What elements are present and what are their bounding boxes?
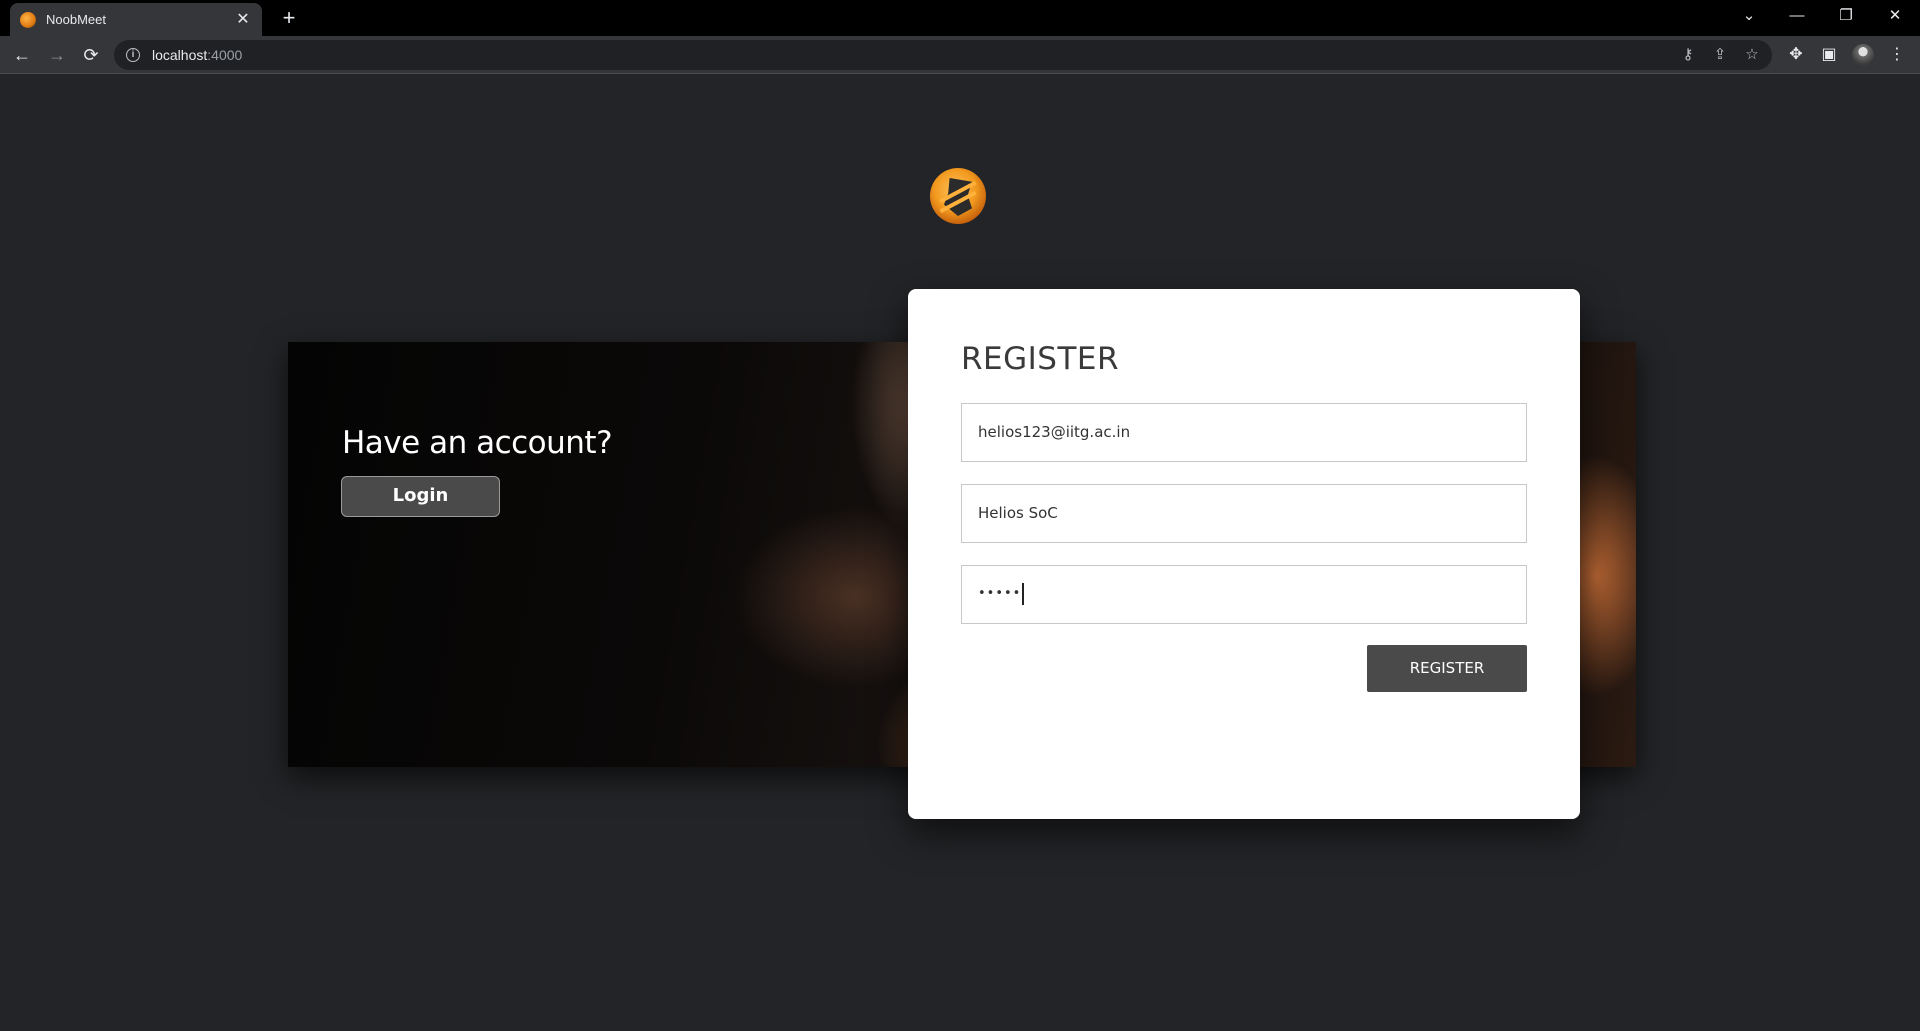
side-panel-icon[interactable]: ▣	[1816, 42, 1842, 68]
minimize-icon[interactable]: —	[1774, 0, 1820, 32]
tab-close-icon[interactable]: ✕	[234, 11, 252, 28]
back-arrow-icon[interactable]: ←	[9, 42, 35, 68]
name-value: Helios SoC	[978, 504, 1058, 522]
profile-avatar[interactable]	[1852, 44, 1874, 66]
register-card: REGISTER helios123@iitg.ac.in Helios SoC…	[908, 289, 1580, 819]
name-field[interactable]: Helios SoC	[961, 484, 1527, 543]
email-field[interactable]: helios123@iitg.ac.in	[961, 403, 1527, 462]
reload-icon[interactable]: ⟳	[78, 42, 104, 68]
bookmark-star-icon[interactable]: ☆	[1740, 43, 1764, 67]
url-port: :4000	[207, 47, 243, 63]
new-tab-button[interactable]: +	[276, 6, 302, 32]
login-button[interactable]: Login	[341, 476, 500, 517]
register-button[interactable]: REGISTER	[1367, 645, 1527, 692]
register-title: REGISTER	[961, 341, 1120, 377]
tab-search-icon[interactable]: ⌄	[1726, 0, 1772, 32]
password-value: •••••	[978, 566, 1024, 622]
tab-title: NoobMeet	[46, 12, 106, 27]
close-window-icon[interactable]: ✕	[1872, 0, 1918, 32]
share-icon[interactable]: ⇪	[1708, 43, 1732, 67]
password-mask: •••••	[978, 586, 1022, 601]
browser-tab-active[interactable]: NoobMeet ✕	[10, 3, 262, 36]
extensions-puzzle-icon[interactable]: ✥	[1783, 42, 1809, 68]
text-caret	[1022, 582, 1024, 605]
address-bar[interactable]: i localhost:4000 ⚷ ⇪ ☆	[114, 40, 1772, 70]
kebab-menu-icon[interactable]: ⋮	[1884, 42, 1910, 68]
url-host: localhost	[152, 47, 208, 63]
password-field[interactable]: •••••	[961, 565, 1527, 624]
browser-tab-bar: NoobMeet ✕ + ⌄ — ❐ ✕	[0, 0, 1920, 36]
key-icon[interactable]: ⚷	[1676, 43, 1700, 67]
email-value: helios123@iitg.ac.in	[978, 423, 1131, 441]
have-account-heading: Have an account?	[342, 425, 613, 461]
restore-icon[interactable]: ❐	[1823, 0, 1869, 32]
site-info-icon[interactable]: i	[126, 48, 140, 62]
forward-arrow-icon[interactable]: →	[44, 42, 70, 68]
noobmeet-logo	[930, 168, 986, 224]
noobmeet-favicon-icon	[20, 11, 36, 28]
browser-toolbar: ← → ⟳ i localhost:4000 ⚷ ⇪ ☆ ✥ ▣ ⋮	[0, 36, 1920, 74]
